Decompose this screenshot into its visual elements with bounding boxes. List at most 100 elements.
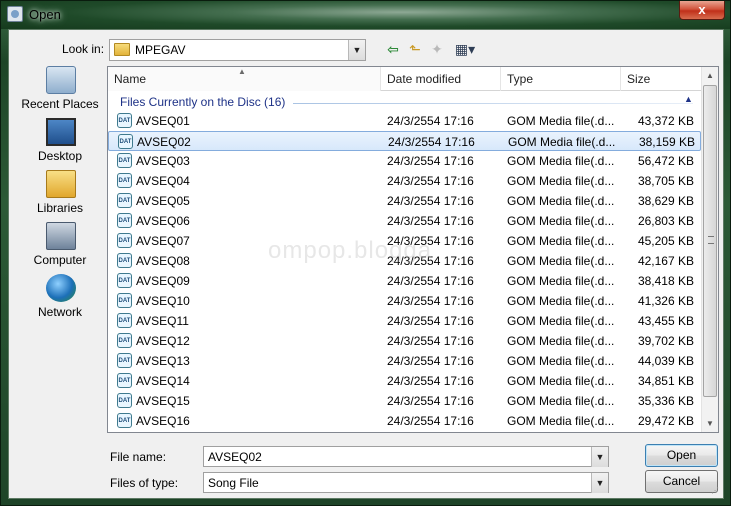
file-row[interactable]: DAT AVSEQ11 24/3/2554 17:16 GOM Media file(… [108, 311, 701, 331]
places-bar: Recent Places Desktop Libraries Computer… [14, 66, 106, 426]
column-header-date[interactable]: Date modified [381, 67, 501, 91]
file-name-combo[interactable]: AVSEQ02 ▼ [203, 446, 609, 467]
file-rows: DAT AVSEQ01 24/3/2554 17:16 GOM Media file(… [108, 111, 701, 431]
thumb-grip [708, 236, 714, 244]
place-computer[interactable]: Computer [14, 222, 106, 272]
file-name-cell: AVSEQ05 [136, 194, 190, 208]
column-header-size[interactable]: Size [621, 67, 701, 91]
file-type-cell: GOM Media file(.d... [507, 354, 615, 368]
window-title: Open [29, 7, 61, 22]
dialog-client-area: Look in: MPEGAV ▼ ⇦ ⬑ ✦ ▦▾ Recent Places… [8, 29, 724, 499]
look-in-dropdown[interactable]: MPEGAV ▼ [109, 39, 366, 61]
file-date-cell: 24/3/2554 17:16 [387, 254, 474, 268]
cancel-button[interactable]: Cancel [645, 470, 718, 493]
file-row[interactable]: DAT AVSEQ06 24/3/2554 17:16 GOM Media file(… [108, 211, 701, 231]
chevron-down-icon[interactable]: ▼ [591, 473, 608, 493]
file-size-cell: 45,205 KB [637, 234, 694, 248]
file-row[interactable]: DAT AVSEQ08 24/3/2554 17:16 GOM Media file(… [108, 251, 701, 271]
collapse-group-icon[interactable]: ▲ [684, 94, 693, 104]
group-header[interactable]: Files Currently on the Disc (16) [120, 95, 285, 109]
file-row[interactable]: DAT AVSEQ16 24/3/2554 17:16 GOM Media file(… [108, 411, 701, 431]
recent-places-icon [46, 66, 76, 94]
title-bar[interactable]: Open x [1, 1, 730, 29]
look-in-value: MPEGAV [135, 43, 186, 57]
place-recent-places[interactable]: Recent Places [14, 66, 106, 116]
gom-media-file-icon: DAT [117, 273, 132, 288]
file-size-cell: 26,803 KB [637, 214, 694, 228]
file-name-label: File name: [110, 450, 167, 464]
open-button[interactable]: Open [645, 444, 718, 467]
gom-media-file-icon: DAT [117, 213, 132, 228]
column-header-name[interactable]: Name ▲ [108, 67, 381, 91]
chevron-down-icon[interactable]: ▼ [348, 40, 365, 60]
file-row[interactable]: DAT AVSEQ02 24/3/2554 17:16 GOM Media file(… [108, 131, 701, 151]
up-folder-icon[interactable]: ⬑ [406, 40, 424, 58]
place-label: Desktop [37, 149, 83, 163]
vertical-scrollbar[interactable]: ▲ ▼ [701, 67, 718, 432]
file-size-cell: 38,705 KB [637, 174, 694, 188]
file-date-cell: 24/3/2554 17:16 [387, 154, 474, 168]
file-size-cell: 44,039 KB [637, 354, 694, 368]
file-row[interactable]: DAT AVSEQ10 24/3/2554 17:16 GOM Media file(… [108, 291, 701, 311]
resize-grip-icon[interactable]: ⋰ [711, 486, 721, 496]
file-row[interactable]: DAT AVSEQ01 24/3/2554 17:16 GOM Media file(… [108, 111, 701, 131]
place-label: Computer [33, 253, 87, 267]
gom-media-file-icon: DAT [117, 333, 132, 348]
file-size-cell: 38,418 KB [637, 274, 694, 288]
new-folder-icon[interactable]: ✦ [428, 40, 446, 58]
file-type-cell: GOM Media file(.d... [507, 194, 615, 208]
look-in-label: Look in: [62, 42, 105, 56]
scroll-up-icon[interactable]: ▲ [702, 67, 718, 84]
file-type-cell: GOM Media file(.d... [507, 414, 615, 428]
file-date-cell: 24/3/2554 17:16 [387, 194, 474, 208]
file-row[interactable]: DAT AVSEQ05 24/3/2554 17:16 GOM Media file(… [108, 191, 701, 211]
views-menu-icon[interactable]: ▦▾ [451, 40, 479, 58]
close-button[interactable]: x [679, 1, 725, 20]
gom-media-file-icon: DAT [117, 393, 132, 408]
desktop-icon [46, 118, 76, 146]
file-row[interactable]: DAT AVSEQ09 24/3/2554 17:16 GOM Media file(… [108, 271, 701, 291]
place-libraries[interactable]: Libraries [14, 170, 106, 220]
column-header-type[interactable]: Type [501, 67, 621, 91]
file-row[interactable]: DAT AVSEQ03 24/3/2554 17:16 GOM Media file(… [108, 151, 701, 171]
gom-media-file-icon: DAT [117, 113, 132, 128]
file-date-cell: 24/3/2554 17:16 [387, 114, 474, 128]
place-network[interactable]: Network [14, 274, 106, 324]
file-type-cell: GOM Media file(.d... [507, 394, 615, 408]
back-icon[interactable]: ⇦ [384, 40, 402, 58]
folder-icon [114, 43, 130, 56]
file-type-cell: GOM Media file(.d... [507, 374, 615, 388]
place-desktop[interactable]: Desktop [14, 118, 106, 168]
file-type-cell: GOM Media file(.d... [508, 135, 616, 149]
file-row[interactable]: DAT AVSEQ13 24/3/2554 17:16 GOM Media file(… [108, 351, 701, 371]
scroll-down-icon[interactable]: ▼ [702, 415, 718, 432]
column-header-label: Name [114, 72, 147, 86]
file-size-cell: 43,455 KB [637, 314, 694, 328]
file-name-input[interactable]: AVSEQ02 [208, 450, 262, 464]
file-row[interactable]: DAT AVSEQ15 24/3/2554 17:16 GOM Media file(… [108, 391, 701, 411]
file-list-view[interactable]: Name ▲ Date modified Type Size Files Cur… [107, 66, 719, 433]
computer-icon [46, 222, 76, 250]
file-type-dropdown[interactable]: Song File ▼ [203, 472, 609, 493]
file-date-cell: 24/3/2554 17:16 [387, 214, 474, 228]
gom-media-file-icon: DAT [117, 193, 132, 208]
file-date-cell: 24/3/2554 17:16 [387, 234, 474, 248]
file-date-cell: 24/3/2554 17:16 [387, 414, 474, 428]
file-size-cell: 35,336 KB [637, 394, 694, 408]
scrollbar-thumb[interactable] [703, 85, 717, 397]
file-row[interactable]: DAT AVSEQ04 24/3/2554 17:16 GOM Media file(… [108, 171, 701, 191]
file-row[interactable]: DAT AVSEQ14 24/3/2554 17:16 GOM Media file(… [108, 371, 701, 391]
file-type-cell: GOM Media file(.d... [507, 174, 615, 188]
file-row[interactable]: DAT AVSEQ07 24/3/2554 17:16 GOM Media file(… [108, 231, 701, 251]
file-name-cell: AVSEQ04 [136, 174, 190, 188]
file-name-cell: AVSEQ10 [136, 294, 190, 308]
file-row[interactable]: DAT AVSEQ12 24/3/2554 17:16 GOM Media file(… [108, 331, 701, 351]
file-date-cell: 24/3/2554 17:16 [387, 354, 474, 368]
group-divider [293, 103, 693, 104]
file-type-value: Song File [208, 476, 259, 490]
file-date-cell: 24/3/2554 17:16 [387, 274, 474, 288]
file-date-cell: 24/3/2554 17:16 [387, 394, 474, 408]
file-type-cell: GOM Media file(.d... [507, 114, 615, 128]
chevron-down-icon[interactable]: ▼ [591, 447, 608, 467]
gom-media-file-icon: DAT [117, 413, 132, 428]
